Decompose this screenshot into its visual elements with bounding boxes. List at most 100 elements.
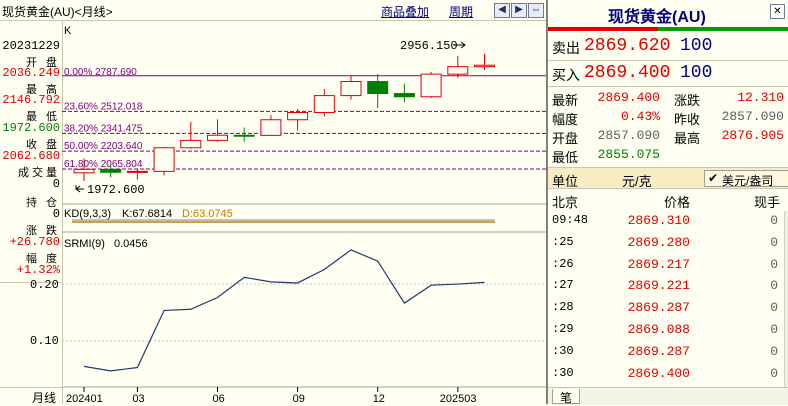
open-value: 2036.249 xyxy=(2,66,60,80)
sell-qty: 100 xyxy=(680,36,713,56)
close-value: 2062.680 xyxy=(2,149,60,163)
ticks-header-time: 北京 xyxy=(552,195,579,210)
buy-price: 2869.400 xyxy=(584,63,671,83)
tick-row: 09:48 2869.310 0 xyxy=(548,211,784,231)
right-arrow-icon[interactable]: ▶ xyxy=(511,3,527,18)
stat-row: 幅度 0.43% 昨收 2857.090 xyxy=(548,107,788,127)
tick-row: :30 2869.400 0 xyxy=(548,364,784,384)
unit-value: 元/克 xyxy=(622,174,652,189)
unit-option-checkbox[interactable]: ✔ 美元/盎司 xyxy=(704,170,788,188)
tick-price: 2869.088 xyxy=(627,322,690,337)
fib-level-label: 38.20% 2341.475 xyxy=(64,123,143,134)
volume-value: 0 xyxy=(52,177,60,191)
bar-date: 20231229 xyxy=(2,39,60,53)
high-value: 2146.792 xyxy=(2,93,60,107)
tick-volume: 0 xyxy=(770,322,778,337)
srmi-tick-label: 0.20 xyxy=(30,278,59,292)
buy-row: 买入 2869.400 100 xyxy=(548,61,788,87)
checkmark-icon: ✔ xyxy=(708,171,719,185)
quote-panel: 现货黄金(AU) ✕ 卖出 2869.620 100 买入 2869.400 1… xyxy=(546,0,788,405)
tick-price: 2869.217 xyxy=(627,256,690,272)
candle-body xyxy=(153,147,175,172)
pct-value: +1.32% xyxy=(16,263,60,277)
sell-label: 卖出 xyxy=(552,40,580,56)
tab-ticks[interactable]: 笔 xyxy=(552,389,580,405)
srmi-label: SRMI(9) xyxy=(64,238,105,250)
stat-value: 2857.090 xyxy=(597,128,660,143)
kd-label: KD(9,3,3) xyxy=(64,208,111,220)
candle-body xyxy=(367,81,389,95)
fib-level-label: 50.00% 2203.640 xyxy=(64,141,143,152)
x-tick-label: 202503 xyxy=(440,393,477,404)
fib-level-label: 61.80% 2065.804 xyxy=(64,159,143,170)
stat-row: 最新 2869.400 涨跌 12.310 xyxy=(548,88,788,108)
candle-body xyxy=(340,81,362,97)
color-strip-green xyxy=(658,27,788,31)
max-annotation: 2956.150 xyxy=(400,39,466,53)
stat-label: 最低 xyxy=(552,150,579,165)
tick-time: :30 xyxy=(552,343,574,358)
tick-time: :29 xyxy=(552,322,574,336)
chart-area[interactable]: K 0.00% 2787.690 23.60% 2512.018 38.20% 23… xyxy=(62,21,546,404)
ticks-header-vol: 现手 xyxy=(754,195,781,210)
change-value: +26.780 xyxy=(9,235,60,249)
tick-row: :26 2869.217 0 xyxy=(548,255,784,275)
stat-value: 2869.400 xyxy=(597,90,660,105)
min-price-label: 1972.600 xyxy=(87,183,145,197)
low-value: 1972.600 xyxy=(2,121,60,135)
stat-value: 12.310 xyxy=(737,90,784,105)
kd-d-value: D:63.0745 xyxy=(182,208,233,220)
tick-volume: 0 xyxy=(770,300,778,316)
tick-row: :28 2869.287 0 xyxy=(548,298,784,318)
candle-body xyxy=(207,134,228,141)
tick-price: 2869.310 xyxy=(627,213,690,228)
period-label: 月线 xyxy=(31,391,56,405)
tick-time: :26 xyxy=(552,256,574,271)
tick-row: :25 2869.280 0 xyxy=(548,233,784,253)
open-interest-value: 0 xyxy=(52,207,60,221)
x-tick-label: 06 xyxy=(213,393,225,404)
max-price-label: 2956.150 xyxy=(400,39,458,53)
left-arrow-icon[interactable]: ◀ xyxy=(494,3,510,18)
tick-time: :28 xyxy=(552,300,574,315)
candle-body xyxy=(180,139,202,149)
candle-body xyxy=(313,95,335,114)
kd-k-value: K:67.6814 xyxy=(122,208,172,220)
tick-volume: 0 xyxy=(770,343,778,359)
srmi-value: 0.0456 xyxy=(114,238,148,250)
sell-row: 卖出 2869.620 100 xyxy=(548,34,788,61)
chart-svg: K 0.00% 2787.690 23.60% 2512.018 38.20% 23… xyxy=(62,25,546,404)
tick-price: 2869.287 xyxy=(627,343,690,359)
unit-row: 单位 元/克 ✔ 美元/盎司 xyxy=(548,167,788,189)
tick-volume: 0 xyxy=(770,278,778,294)
unit-option-label: 美元/盎司 xyxy=(722,174,774,188)
period-link[interactable]: 周期 xyxy=(449,3,473,20)
color-strip-red xyxy=(548,27,658,31)
ticks-scrollbar[interactable] xyxy=(784,211,788,387)
tick-row: :30 2869.287 0 xyxy=(548,342,784,362)
tick-row: :29 2869.088 0 xyxy=(548,320,784,340)
tick-volume: 0 xyxy=(770,234,778,250)
chart-toolbar: 现货黄金(AU)<月线> 商品叠加 周期 ◀ ▶ ⇔ xyxy=(0,0,546,21)
quote-stats: 最新 2869.400 涨跌 12.310 幅度 0.43% 昨收 2857.090 开盘 285… xyxy=(548,88,788,166)
min-annotation: 1972.600 xyxy=(75,183,145,197)
buy-qty: 100 xyxy=(680,63,713,83)
divider xyxy=(0,387,62,388)
srmi-tick-label: 0.10 xyxy=(30,334,59,348)
candle-body xyxy=(260,119,282,136)
ticks-list[interactable]: 09:48 2869.310 0:25 2869.280 0:26 2869.217 0:2… xyxy=(548,211,784,387)
chart-title: 现货黄金(AU)<月线> xyxy=(2,5,113,19)
overlay-commodity-link[interactable]: 商品叠加 xyxy=(381,3,429,20)
x-tick-label: 09 xyxy=(293,393,305,404)
candle-body xyxy=(420,73,442,98)
tick-time: :27 xyxy=(552,278,574,293)
chart-corner-label: K xyxy=(64,25,72,37)
tick-price: 2869.400 xyxy=(627,365,690,381)
candle-body xyxy=(447,66,469,75)
bottom-tabs: 笔 xyxy=(548,387,788,405)
close-icon[interactable]: ✕ xyxy=(770,4,785,19)
x-tick-label: 12 xyxy=(373,393,385,404)
candle-body xyxy=(474,64,495,68)
candle-body xyxy=(233,134,255,137)
swap-arrows-icon[interactable]: ⇔ xyxy=(528,3,544,18)
